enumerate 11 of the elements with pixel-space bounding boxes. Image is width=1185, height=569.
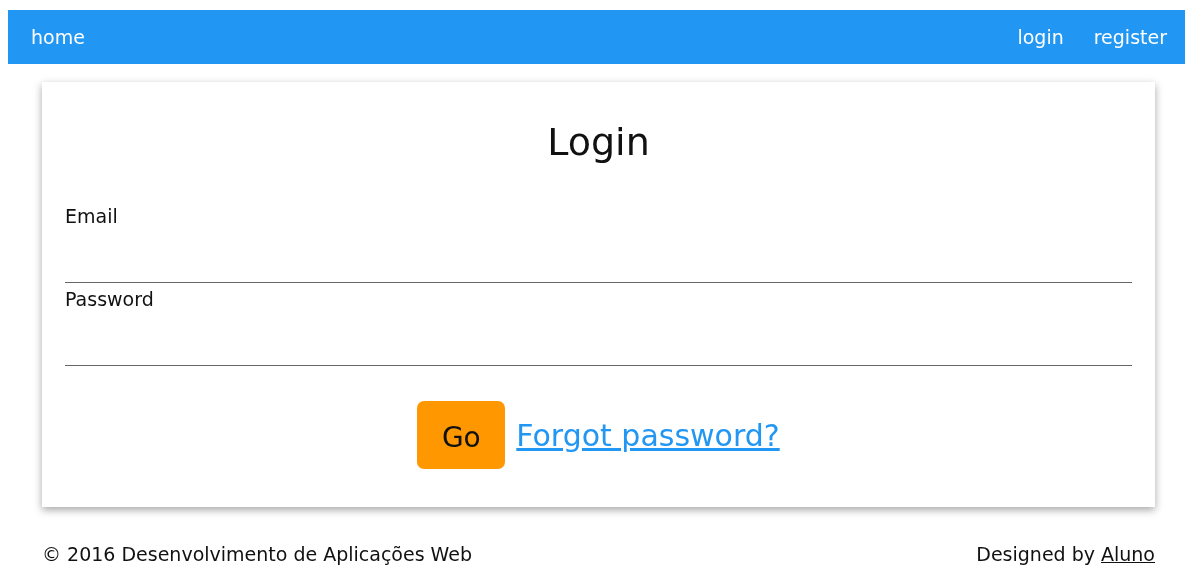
nav-link[interactable]: register [1093,26,1167,48]
submit-button[interactable]: Go [417,401,506,469]
login-title: Login [546,119,651,166]
copyright-text: © 2016 Desenvolvimento de Aplicações Web [42,543,473,565]
home-link[interactable]: home [31,26,85,48]
field-label: Password [65,287,155,311]
forgot-password-link[interactable]: Forgot password? [516,417,780,453]
field-label: Email [65,204,119,228]
nav-link[interactable]: login [1017,26,1064,48]
credit-text: Designed by [976,543,1095,565]
author-link[interactable]: Aluno [1101,543,1155,565]
